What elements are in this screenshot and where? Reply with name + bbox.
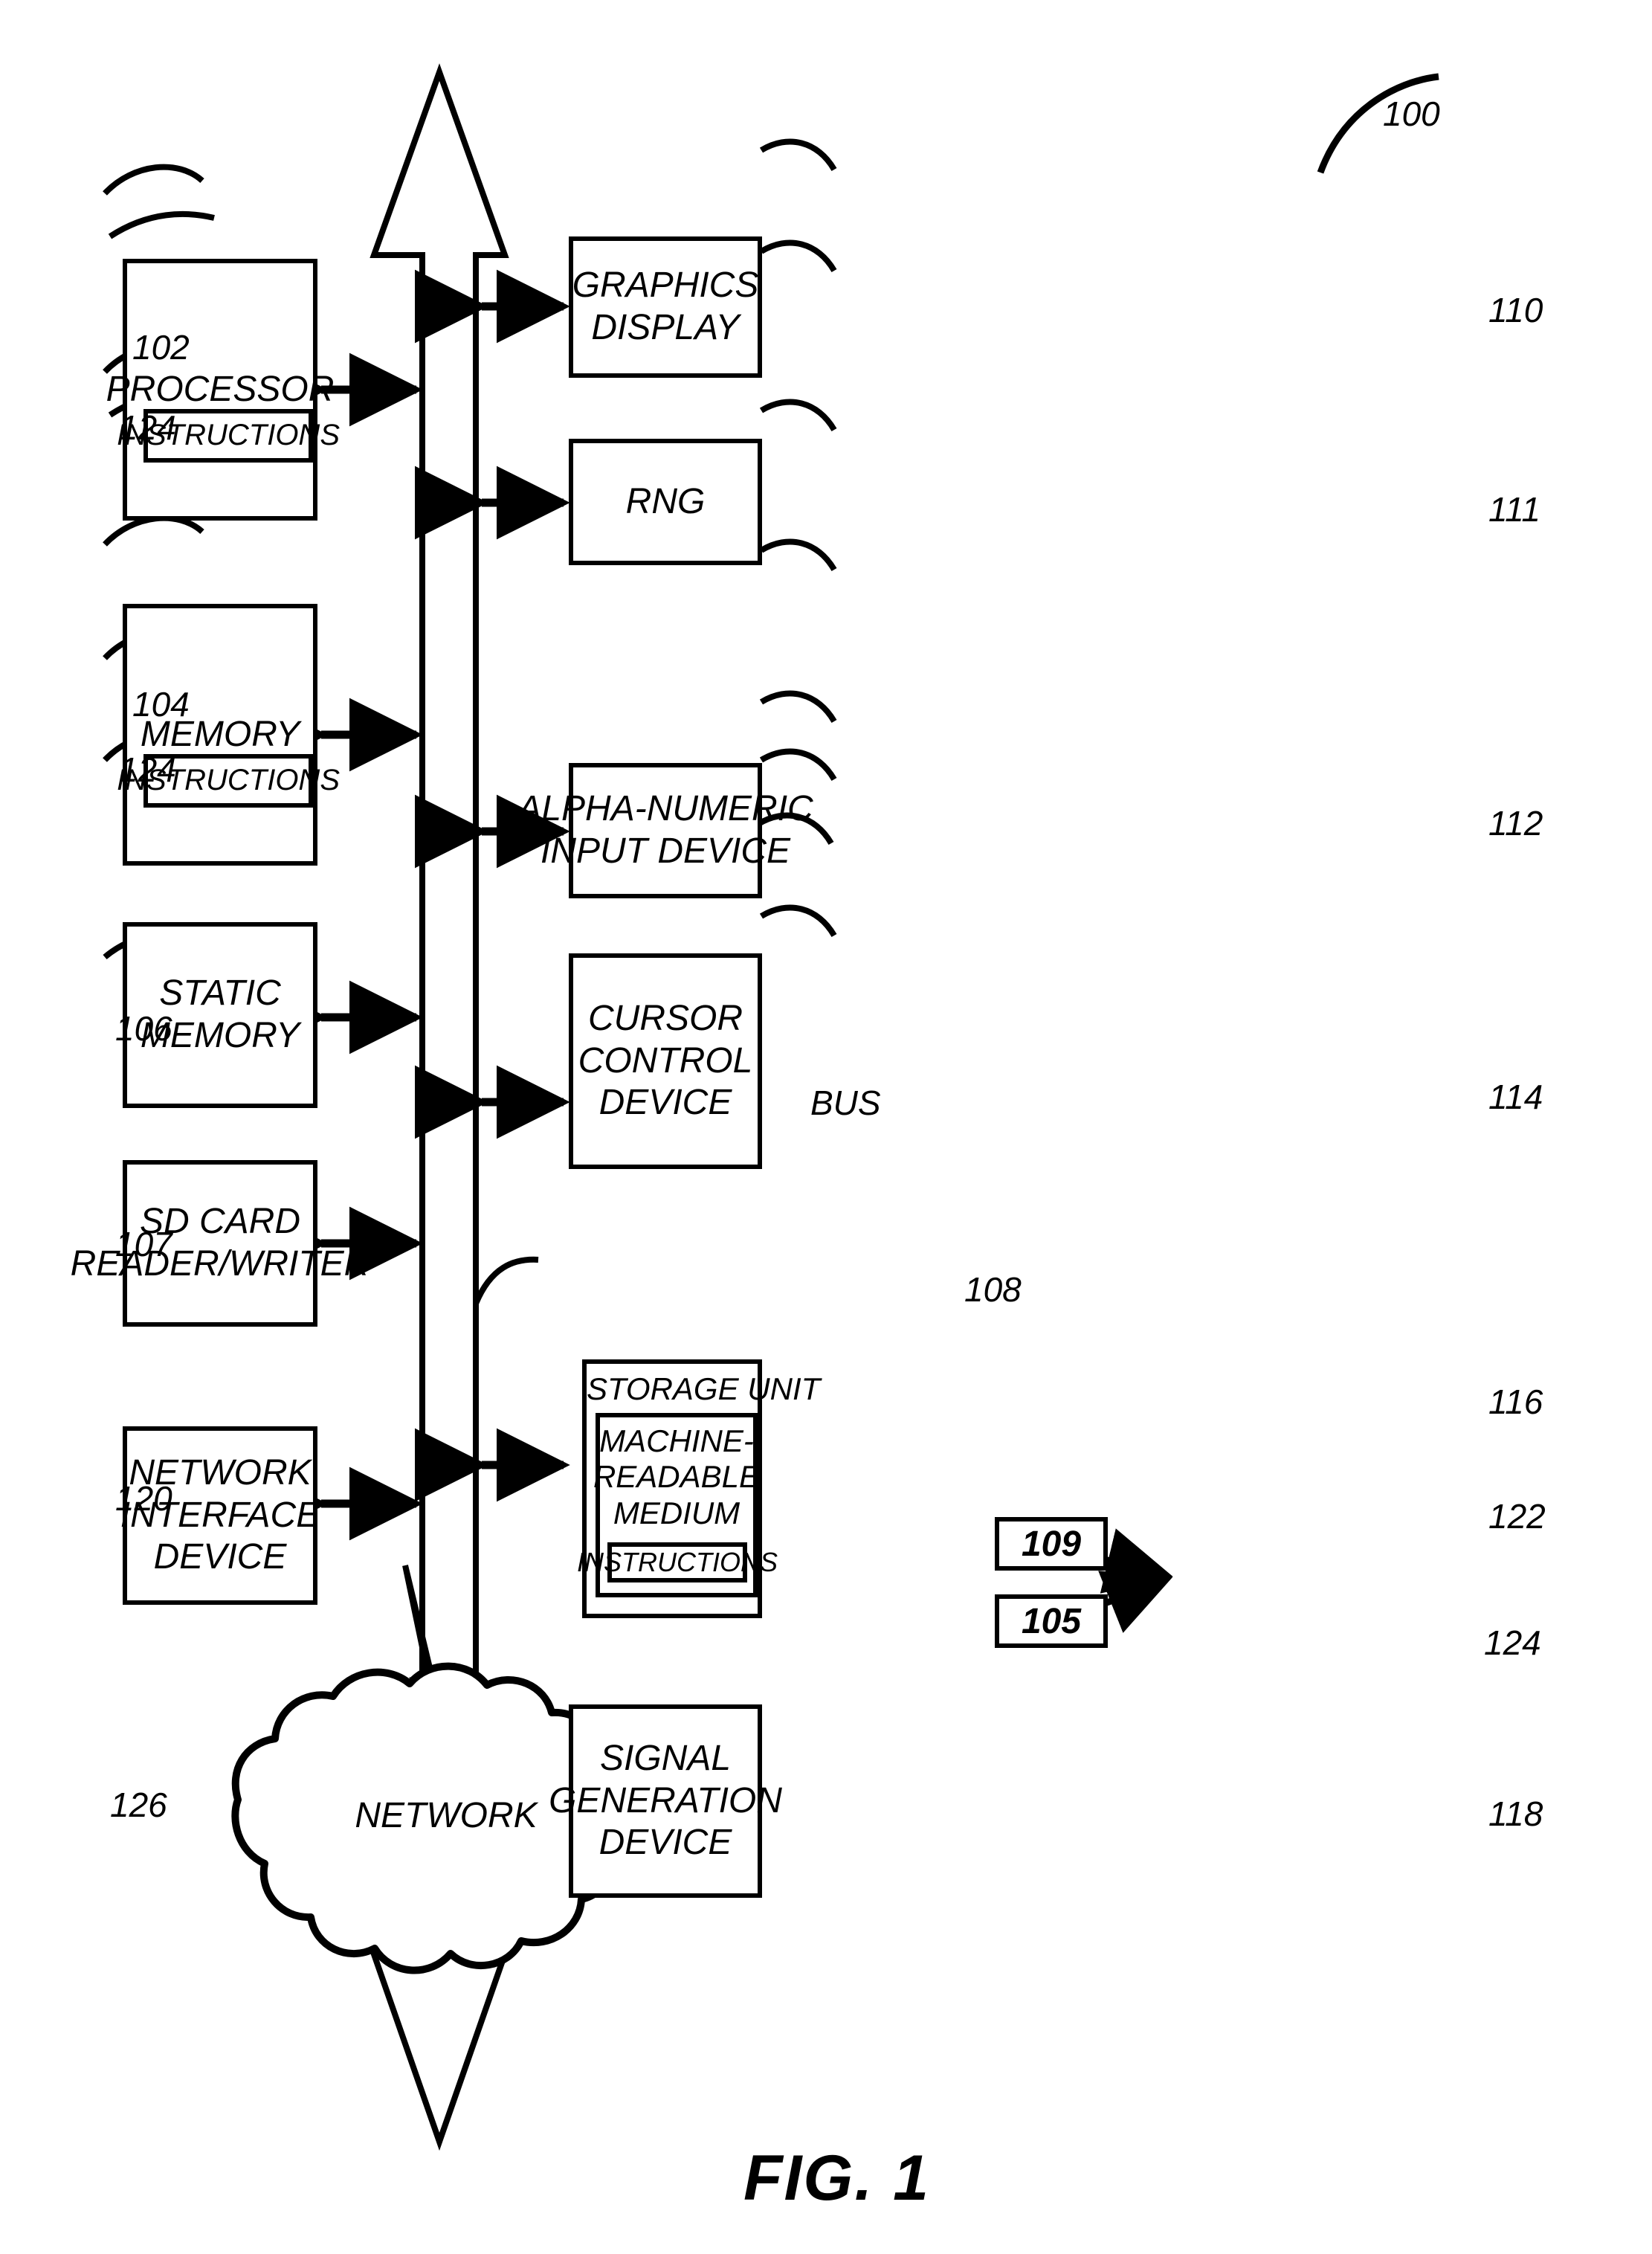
leader-110: [759, 138, 837, 172]
block-processor-label: PROCESSOR: [106, 369, 335, 409]
patent-figure-canvas: PROCESSOR INSTRUCTIONS MEMORY INSTRUCTIO…: [0, 0, 1652, 2254]
leader-111: [759, 239, 837, 273]
leader-114: [759, 538, 837, 572]
leader-124-processor: [108, 210, 215, 239]
block-storage-unit-title: STORAGE UNIT: [587, 1371, 821, 1406]
ref-122: 122: [1488, 1497, 1546, 1536]
leader-116: [759, 690, 837, 724]
leader-102: [103, 164, 204, 196]
ref-110: 110: [1488, 291, 1543, 329]
block-signal-generation-line-1: SIGNAL: [599, 1739, 732, 1779]
left-bus-connectors: [254, 352, 423, 1541]
block-graphics-display-line-2: DISPLAY: [591, 308, 740, 347]
block-storage-unit[interactable]: STORAGE UNIT MACHINE- READABLE MEDIUM IN…: [577, 1359, 821, 1618]
block-alpha-numeric-line-1: ALPHA-NUMERIC: [517, 789, 813, 829]
mrm-line-3: MEDIUM: [613, 1495, 741, 1530]
ref-106: 106: [115, 1009, 172, 1048]
bus-label: BUS: [810, 1083, 881, 1122]
right-bus-connectors: [414, 269, 570, 1844]
leader-118: [759, 904, 837, 938]
block-memory[interactable]: MEMORY INSTRUCTIONS: [117, 604, 340, 866]
block-cursor-control-line-1: CURSOR: [587, 999, 743, 1039]
block-signal-generation-device[interactable]: SIGNAL GENERATION DEVICE: [549, 1704, 782, 1898]
annotation-box-105-value: 105: [1021, 1601, 1082, 1641]
block-cursor-control-line-2: CONTROL: [578, 1040, 753, 1081]
block-static-memory-line-1: STATIC: [159, 973, 281, 1014]
leader-122: [759, 748, 837, 782]
block-rng-label: RNG: [625, 481, 706, 521]
ref-111: 111: [1488, 490, 1540, 529]
mrm-line-2: READABLE: [593, 1459, 761, 1495]
ref-104: 104: [132, 685, 190, 724]
ref-107: 107: [115, 1225, 172, 1263]
block-signal-generation-line-3: DEVICE: [598, 1823, 732, 1863]
ref-124-memory: 124: [119, 750, 176, 789]
block-graphics-display-line-1: GRAPHICS: [572, 265, 759, 306]
annotation-box-105[interactable]: 105: [995, 1594, 1108, 1648]
block-rng[interactable]: RNG: [569, 439, 762, 565]
block-machine-readable-medium[interactable]: MACHINE- READABLE MEDIUM INSTRUCTIONS: [577, 1413, 778, 1597]
ref-112: 112: [1488, 804, 1543, 843]
network-cloud-label: NETWORK: [355, 1796, 538, 1835]
ref-120: 120: [115, 1479, 172, 1518]
block-storage-instructions[interactable]: INSTRUCTIONS: [577, 1542, 778, 1582]
ref-116: 116: [1488, 1382, 1543, 1421]
ref-124-processor: 124: [119, 408, 176, 447]
mrm-line-1: MACHINE-: [599, 1423, 754, 1458]
ref-114: 114: [1488, 1078, 1543, 1116]
block-storage-instructions-label: INSTRUCTIONS: [577, 1547, 778, 1578]
annotation-box-109[interactable]: 109: [995, 1517, 1108, 1571]
leader-106: [103, 515, 204, 547]
block-cursor-control-device[interactable]: CURSOR CONTROL DEVICE: [569, 953, 762, 1169]
block-alpha-numeric-line-2: INPUT DEVICE: [540, 831, 791, 871]
block-nid-line-3: DEVICE: [153, 1537, 287, 1577]
ref-102: 102: [132, 328, 190, 367]
ref-108: 108: [964, 1270, 1022, 1309]
leader-112: [759, 399, 837, 432]
leader-bus-108: [473, 1256, 539, 1305]
block-cursor-control-line-3: DEVICE: [598, 1083, 732, 1123]
ref-126: 126: [110, 1786, 167, 1824]
block-graphics-display[interactable]: GRAPHICS DISPLAY: [569, 236, 762, 378]
block-processor[interactable]: PROCESSOR INSTRUCTIONS: [106, 259, 340, 521]
ref-100: 100: [1383, 94, 1440, 133]
figure-caption: FIG. 1: [743, 2142, 930, 2214]
ref-118: 118: [1488, 1794, 1543, 1833]
ref-124-storage: 124: [1484, 1623, 1541, 1662]
block-alpha-numeric-input-device[interactable]: ALPHA-NUMERIC INPUT DEVICE: [517, 763, 813, 898]
annotation-box-109-value: 109: [1021, 1524, 1082, 1564]
block-signal-generation-line-2: GENERATION: [549, 1780, 782, 1820]
